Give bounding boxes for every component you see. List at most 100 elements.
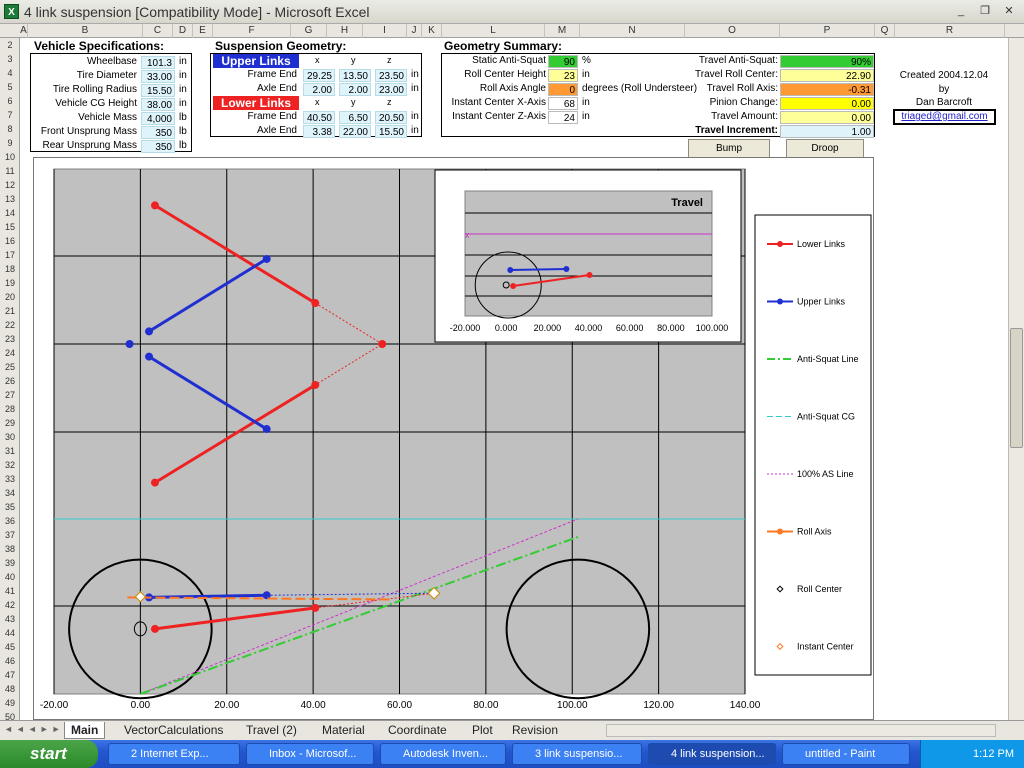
row-header[interactable]: 48 bbox=[0, 682, 20, 696]
upper-z-value[interactable]: 23.00 bbox=[375, 83, 407, 96]
row-header[interactable]: 20 bbox=[0, 290, 20, 304]
taskbar-button[interactable]: untitled - Paint bbox=[782, 743, 910, 765]
vehicle-spec-value[interactable]: 4,000 bbox=[141, 112, 175, 125]
column-header[interactable]: R bbox=[895, 24, 1005, 38]
lower-z-value[interactable]: 15.50 bbox=[375, 125, 407, 138]
upper-x-value[interactable]: 2.00 bbox=[303, 83, 335, 96]
restore-button[interactable]: ❐ bbox=[976, 3, 994, 20]
row-header[interactable]: 22 bbox=[0, 318, 20, 332]
tab-scroll-buttons[interactable]: ◄◄◄►►► bbox=[4, 724, 72, 737]
row-header[interactable]: 25 bbox=[0, 360, 20, 374]
column-header[interactable]: A bbox=[20, 24, 28, 38]
vehicle-spec-value[interactable]: 33.00 bbox=[141, 70, 175, 83]
upper-y-value[interactable]: 13.50 bbox=[339, 69, 371, 82]
column-header[interactable]: P bbox=[780, 24, 875, 38]
author-email-link[interactable]: triaged@gmail.com bbox=[893, 109, 996, 125]
row-header[interactable]: 27 bbox=[0, 388, 20, 402]
row-header[interactable]: 36 bbox=[0, 514, 20, 528]
lower-y-value[interactable]: 6.50 bbox=[339, 111, 371, 124]
horizontal-scrollbar[interactable] bbox=[606, 724, 996, 737]
vehicle-spec-value[interactable]: 38.00 bbox=[141, 98, 175, 111]
vehicle-spec-value[interactable]: 350 bbox=[141, 126, 175, 139]
row-header[interactable]: 29 bbox=[0, 416, 20, 430]
vehicle-spec-value[interactable]: 15.50 bbox=[141, 84, 175, 97]
row-header[interactable]: 5 bbox=[0, 80, 20, 94]
bump-button[interactable]: Bump bbox=[688, 139, 770, 158]
row-header[interactable]: 35 bbox=[0, 500, 20, 514]
row-header[interactable]: 7 bbox=[0, 108, 20, 122]
row-header[interactable]: 40 bbox=[0, 570, 20, 584]
column-header[interactable]: I bbox=[363, 24, 407, 38]
row-header[interactable]: 18 bbox=[0, 262, 20, 276]
row-header[interactable]: 45 bbox=[0, 640, 20, 654]
row-header[interactable]: 39 bbox=[0, 556, 20, 570]
upper-x-value[interactable]: 29.25 bbox=[303, 69, 335, 82]
row-header[interactable]: 3 bbox=[0, 52, 20, 66]
row-header[interactable]: 12 bbox=[0, 178, 20, 192]
row-header[interactable]: 2 bbox=[0, 38, 20, 52]
upper-y-value[interactable]: 2.00 bbox=[339, 83, 371, 96]
row-header[interactable]: 14 bbox=[0, 206, 20, 220]
sheet-tab[interactable]: Main bbox=[64, 722, 106, 739]
vehicle-spec-value[interactable]: 101.3 bbox=[141, 56, 175, 69]
scroll-thumb[interactable] bbox=[1010, 328, 1023, 448]
sheet-tab[interactable]: Plot bbox=[466, 722, 499, 739]
row-header[interactable]: 28 bbox=[0, 402, 20, 416]
column-header[interactable]: O bbox=[685, 24, 780, 38]
close-button[interactable]: ✕ bbox=[1000, 3, 1018, 20]
sheet-tab[interactable]: Material bbox=[316, 722, 371, 739]
sheet-tab[interactable]: VectorCalculations bbox=[118, 722, 229, 739]
taskbar-button[interactable]: 4 link suspension... bbox=[648, 743, 776, 765]
vehicle-spec-value[interactable]: 350 bbox=[141, 140, 175, 153]
row-header[interactable]: 11 bbox=[0, 164, 20, 178]
row-header[interactable]: 41 bbox=[0, 584, 20, 598]
column-header[interactable]: C bbox=[143, 24, 173, 38]
start-button[interactable]: start bbox=[0, 740, 98, 768]
row-header[interactable]: 15 bbox=[0, 220, 20, 234]
row-header[interactable]: 19 bbox=[0, 276, 20, 290]
row-header[interactable]: 13 bbox=[0, 192, 20, 206]
column-header[interactable]: F bbox=[213, 24, 291, 38]
row-header[interactable]: 30 bbox=[0, 430, 20, 444]
column-header[interactable]: D bbox=[173, 24, 193, 38]
row-header[interactable]: 6 bbox=[0, 94, 20, 108]
column-header[interactable]: H bbox=[327, 24, 363, 38]
row-header[interactable]: 26 bbox=[0, 374, 20, 388]
row-header[interactable]: 32 bbox=[0, 458, 20, 472]
column-header[interactable]: M bbox=[545, 24, 580, 38]
column-header[interactable]: B bbox=[28, 24, 143, 38]
vertical-scrollbar[interactable] bbox=[1008, 38, 1024, 720]
taskbar-button[interactable]: 2 Internet Exp... bbox=[108, 743, 240, 765]
row-header[interactable]: 33 bbox=[0, 472, 20, 486]
upper-z-value[interactable]: 23.50 bbox=[375, 69, 407, 82]
row-header[interactable]: 31 bbox=[0, 444, 20, 458]
column-header[interactable]: Q bbox=[875, 24, 895, 38]
column-header[interactable]: L bbox=[442, 24, 545, 38]
row-header[interactable]: 43 bbox=[0, 612, 20, 626]
lower-x-value[interactable]: 3.38 bbox=[303, 125, 335, 138]
row-header[interactable]: 24 bbox=[0, 346, 20, 360]
lower-x-value[interactable]: 40.50 bbox=[303, 111, 335, 124]
taskbar-button[interactable]: 3 link suspensio... bbox=[512, 743, 642, 765]
droop-button[interactable]: Droop bbox=[786, 139, 864, 158]
taskbar-button[interactable]: Inbox - Microsof... bbox=[246, 743, 374, 765]
sheet-tab[interactable]: Coordinate bbox=[382, 722, 453, 739]
row-header[interactable]: 42 bbox=[0, 598, 20, 612]
row-header[interactable]: 34 bbox=[0, 486, 20, 500]
row-header[interactable]: 23 bbox=[0, 332, 20, 346]
row-header[interactable]: 9 bbox=[0, 136, 20, 150]
sheet-tab[interactable]: Travel (2) bbox=[240, 722, 303, 739]
row-header[interactable]: 17 bbox=[0, 248, 20, 262]
row-header[interactable]: 10 bbox=[0, 150, 20, 164]
row-header[interactable]: 4 bbox=[0, 66, 20, 80]
column-header[interactable]: J bbox=[407, 24, 422, 38]
row-header[interactable]: 47 bbox=[0, 668, 20, 682]
row-header[interactable]: 44 bbox=[0, 626, 20, 640]
column-header[interactable]: K bbox=[422, 24, 442, 38]
row-header[interactable]: 16 bbox=[0, 234, 20, 248]
taskbar-button[interactable]: Autodesk Inven... bbox=[380, 743, 506, 765]
minimize-button[interactable]: _ bbox=[952, 3, 970, 20]
row-header[interactable]: 38 bbox=[0, 542, 20, 556]
lower-z-value[interactable]: 20.50 bbox=[375, 111, 407, 124]
row-header[interactable]: 21 bbox=[0, 304, 20, 318]
